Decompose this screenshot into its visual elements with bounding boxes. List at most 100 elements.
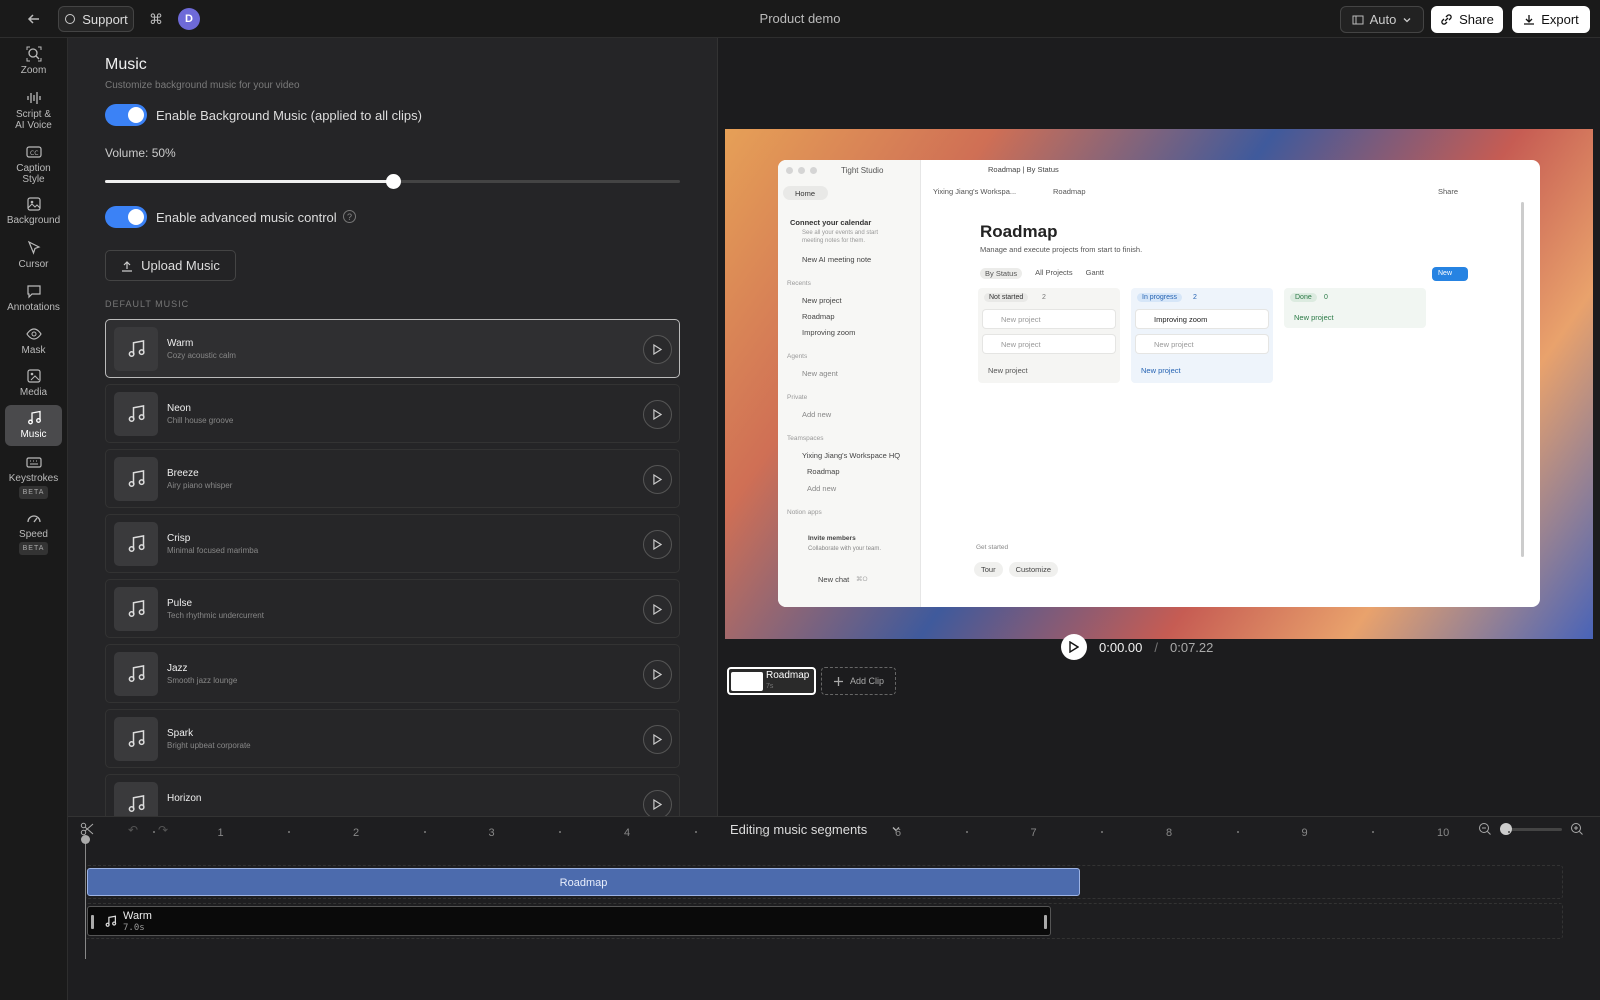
nav-cursor-label: Cursor [18, 259, 49, 270]
browser-tab: Roadmap | By Status [988, 165, 1059, 174]
track-play-button[interactable] [643, 725, 672, 754]
track-artwork [114, 717, 158, 761]
app-new-button: New [1432, 267, 1468, 281]
zoom-in-icon[interactable] [1570, 822, 1584, 836]
track-artwork [114, 652, 158, 696]
segment-left-handle[interactable] [91, 915, 94, 929]
track-play-button[interactable] [643, 595, 672, 624]
connect-calendar: Connect your calendar [790, 218, 872, 227]
nav-cursor[interactable]: Cursor [5, 240, 62, 276]
zoom-out-icon[interactable] [1478, 822, 1492, 836]
segment-right-handle[interactable] [1044, 915, 1047, 929]
upload-icon [122, 260, 133, 272]
nav-music[interactable]: Music [5, 405, 62, 446]
app-page-subtitle: Manage and execute projects from start t… [980, 245, 1143, 254]
music-note-icon [128, 404, 145, 422]
track-play-button[interactable] [643, 465, 672, 494]
advanced-music-control-toggle[interactable] [105, 206, 147, 228]
app-page-title: Roadmap [980, 222, 1058, 241]
timeline-mode-title[interactable]: Editing music segments [730, 822, 867, 837]
music-track-item[interactable]: Pulse Tech rhythmic undercurrent [105, 579, 680, 638]
column-count: 2 [1193, 294, 1197, 301]
link-icon [1441, 14, 1452, 25]
board-card: New project [983, 310, 1115, 328]
nav-keystrokes[interactable]: Keystrokes BETA [5, 454, 62, 500]
left-nav: Zoom Script & AI Voice CC Caption Style … [0, 38, 68, 1000]
music-icon [27, 410, 41, 425]
support-button[interactable]: Support [58, 6, 134, 32]
export-label: Export [1541, 12, 1579, 27]
nav-mask[interactable]: Mask [5, 326, 62, 362]
download-icon [1524, 14, 1535, 25]
track-play-button[interactable] [643, 530, 672, 559]
track-artwork [114, 392, 158, 436]
ruler-tick-label: 1 [217, 827, 224, 839]
music-track-item[interactable]: Crisp Minimal focused marimba [105, 514, 680, 573]
playback-controls: 0:00.00 / 0:07.22 [1061, 634, 1213, 660]
track-description: Airy piano whisper [167, 481, 233, 490]
track-play-button[interactable] [643, 335, 672, 364]
app-view-tabs: By Status All Projects Gantt [980, 268, 1104, 279]
ruler-tick-label: 8 [1166, 827, 1173, 839]
play-icon [653, 409, 662, 420]
nav-zoom[interactable]: Zoom [5, 46, 62, 82]
enable-background-music-toggle[interactable] [105, 104, 147, 126]
layout-mode-select[interactable]: Auto [1340, 6, 1424, 33]
preview-area: Tight Studio Home Connect your calendar … [718, 38, 1600, 816]
nav-caption-style[interactable]: CC Caption Style [5, 144, 62, 188]
ruler-minor-tick [965, 831, 968, 833]
redo-button[interactable]: ↷ [158, 823, 168, 837]
avatar[interactable]: D [178, 8, 200, 30]
video-preview[interactable]: Tight Studio Home Connect your calendar … [725, 129, 1593, 639]
svg-text:CC: CC [30, 150, 38, 157]
add-clip-button[interactable]: Add Clip [821, 667, 896, 695]
track-play-button[interactable] [643, 400, 672, 429]
app-breadcrumb-workspace: Yixing Jiang's Workspa... [933, 187, 1017, 196]
play-button[interactable] [1061, 634, 1087, 660]
playhead[interactable] [81, 835, 90, 959]
upload-music-button[interactable]: Upload Music [105, 250, 236, 281]
nav-script-ai-voice[interactable]: Script & AI Voice [5, 90, 62, 134]
music-track-item[interactable]: Jazz Smooth jazz lounge [105, 644, 680, 703]
upload-music-label: Upload Music [141, 258, 220, 273]
nav-speed[interactable]: Speed BETA [5, 510, 62, 556]
help-icon[interactable]: ? [343, 210, 356, 223]
back-button[interactable] [22, 8, 46, 30]
music-segment[interactable]: Warm 7.0s [87, 906, 1051, 936]
music-track-item[interactable]: Warm Cozy acoustic calm [105, 319, 680, 378]
track-name: Horizon [167, 793, 202, 804]
music-track-item[interactable]: Breeze Airy piano whisper [105, 449, 680, 508]
undo-button[interactable]: ↶ [128, 823, 138, 837]
scissors-icon [80, 822, 94, 836]
volume-slider-thumb[interactable] [385, 174, 401, 189]
command-icon[interactable]: ⌘ [146, 8, 166, 30]
clip-roadmap[interactable]: Roadmap 7s [727, 667, 816, 695]
view-tab: By Status [980, 268, 1023, 279]
panel-subtitle: Customize background music for your vide… [105, 80, 300, 91]
nav-annotations[interactable]: Annotations [5, 283, 62, 319]
ruler-minor-tick [830, 831, 833, 833]
track-name: Pulse [167, 598, 193, 609]
cursor-icon [27, 240, 40, 255]
share-button[interactable]: Share [1431, 6, 1503, 33]
waveform-icon [26, 92, 41, 104]
nav-media[interactable]: Media [5, 368, 62, 404]
agents-heading: Agents [787, 353, 808, 360]
video-segment[interactable]: Roadmap [87, 868, 1080, 896]
nav-background[interactable]: Background [5, 196, 62, 232]
music-track-item[interactable]: Neon Chill house groove [105, 384, 680, 443]
ruler-tick-label: 7 [1030, 827, 1037, 839]
music-track-item[interactable]: Spark Bright upbeat corporate [105, 709, 680, 768]
volume-slider[interactable] [105, 174, 680, 189]
track-play-button[interactable] [643, 790, 672, 816]
music-track-item[interactable]: Horizon [105, 774, 680, 816]
timeline-zoom-thumb[interactable] [1500, 822, 1512, 835]
view-tab: Gantt [1085, 268, 1104, 277]
track-name: Warm [167, 338, 194, 349]
recent-item: Roadmap [802, 312, 835, 321]
export-button[interactable]: Export [1512, 6, 1590, 33]
document-title: Product demo [759, 11, 841, 26]
track-play-button[interactable] [643, 660, 672, 689]
invite-desc: Collaborate with your team. [808, 546, 882, 552]
plus-icon [833, 676, 843, 686]
